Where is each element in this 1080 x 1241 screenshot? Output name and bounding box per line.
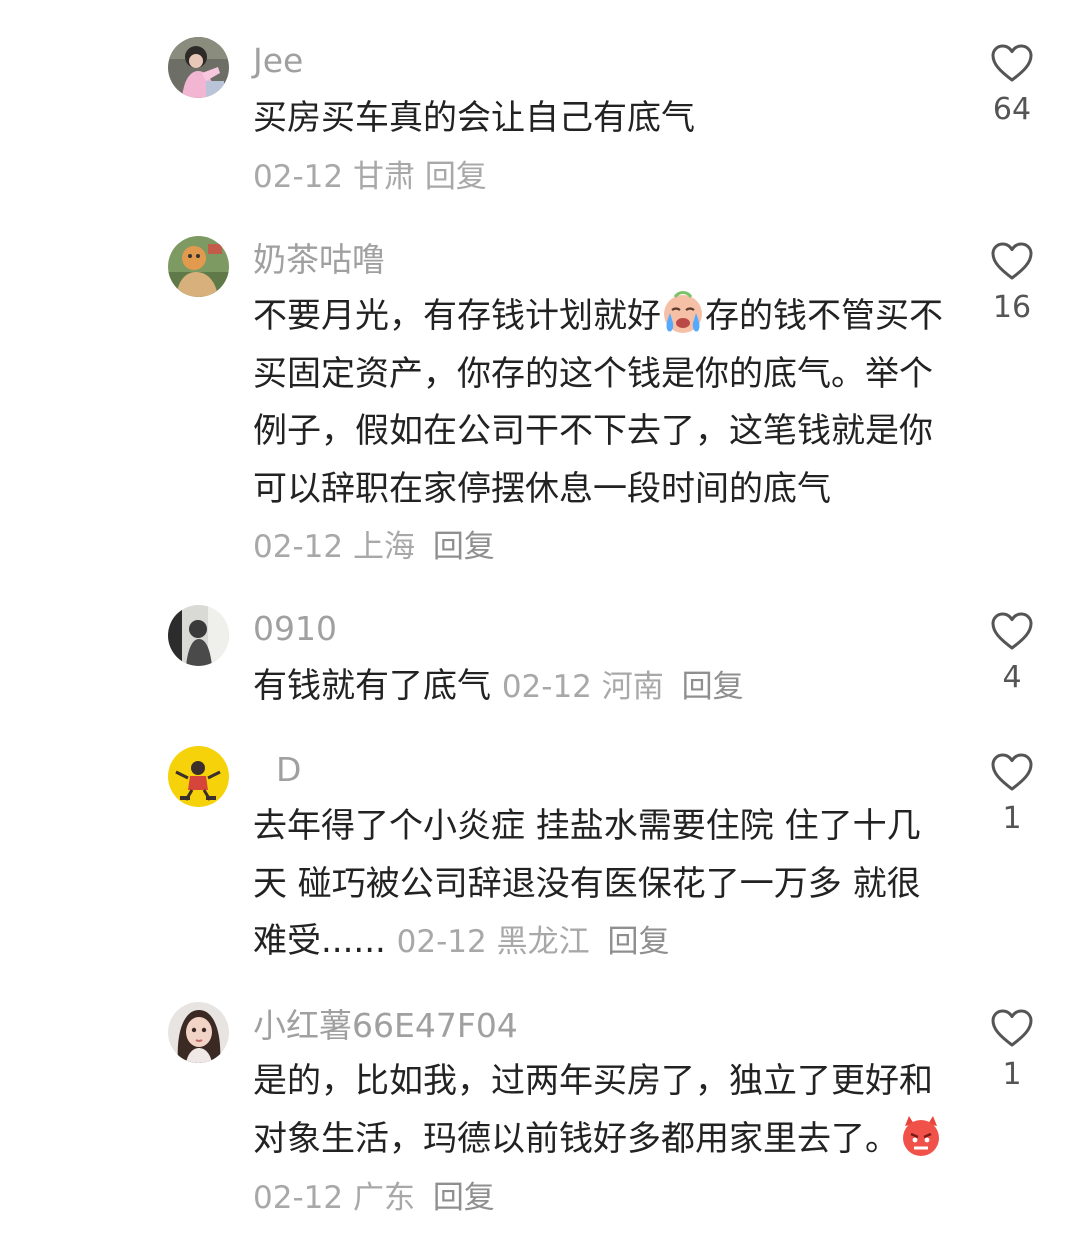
reply-button[interactable]: 回复 — [433, 1180, 495, 1216]
comment-meta: 02-12 上海 回复 — [253, 529, 495, 565]
avatar[interactable] — [168, 746, 229, 807]
username[interactable]: Jee — [253, 41, 303, 81]
comment-date: 02-12 — [396, 924, 487, 960]
comment-date: 02-12 — [253, 529, 344, 565]
reply-button[interactable]: 回复 — [433, 529, 495, 565]
comment-date: 02-12 — [253, 1180, 344, 1216]
comment-location: 广东 — [352, 1180, 415, 1216]
comment-text: 是的，比如我，过两年买房了，独立了更好和对象生活，玛德以前钱好多都用家里去了。 … — [253, 1053, 953, 1228]
comment-text-part: 不要月光，有存钱计划就好 — [253, 296, 661, 336]
comment-text-part: 是的，比如我，过两年买房了，独立了更好和对象生活，玛德以前钱好多都用家里去了。 — [253, 1061, 933, 1159]
comment-meta: 02-12 黑龙江 回复 — [397, 924, 670, 960]
crying-face-emoji — [664, 291, 702, 333]
comment-date: 02-12 — [501, 669, 592, 705]
like-button[interactable]: 64 — [984, 43, 1040, 127]
comment-location: 河南 — [601, 669, 664, 705]
reply-button[interactable]: 回复 — [682, 669, 744, 705]
heart-icon — [991, 612, 1033, 650]
heart-icon — [991, 1009, 1033, 1047]
heart-icon — [991, 44, 1033, 82]
username[interactable]: 小红薯66E47F04 — [253, 1006, 518, 1046]
like-button[interactable]: 4 — [984, 611, 1040, 695]
comment-text: 不要月光，有存钱计划就好 存的钱不管买不买固定资产，你存的这个钱是你的底气。举个… — [253, 288, 953, 577]
like-count: 16 — [992, 290, 1032, 325]
comment-meta: 02-12 河南 回复 — [502, 669, 744, 705]
avatar[interactable] — [168, 1002, 229, 1063]
avatar[interactable] — [168, 605, 229, 666]
comment-location: 甘肃 — [352, 159, 415, 195]
like-count: 64 — [992, 92, 1032, 127]
avatar-person-icon — [168, 605, 229, 666]
reply-button[interactable]: 回复 — [425, 159, 487, 195]
username[interactable]: 奶茶咕噜 — [253, 240, 385, 280]
avatar-girl-pink-icon — [168, 37, 229, 98]
username[interactable]: D — [276, 750, 301, 790]
avatar[interactable] — [168, 236, 229, 297]
comment-date: 02-12 — [253, 159, 344, 195]
like-count: 1 — [1002, 801, 1022, 836]
like-button[interactable]: 1 — [984, 1008, 1040, 1092]
avatar-girl-icon — [168, 1002, 229, 1063]
avatar-cartoon-icon — [168, 236, 229, 297]
avatar[interactable] — [168, 37, 229, 98]
comment-text: 买房买车真的会让自己有底气 — [253, 98, 695, 138]
comment-meta: 02-12 甘肃 回复 — [253, 157, 487, 197]
comment-meta: 02-12 广东 回复 — [253, 1180, 495, 1216]
comment-text: 有钱就有了底气 02-12 河南 回复 — [253, 658, 953, 717]
comment-text-part: 有钱就有了底气 — [253, 666, 491, 706]
comment-location: 上海 — [352, 529, 415, 565]
heart-icon — [991, 753, 1033, 791]
comment-text: 去年得了个小炎症 挂盐水需要住院 住了十几天 碰巧被公司辞退没有医保花了一万多 … — [253, 798, 953, 972]
heart-icon — [991, 242, 1033, 280]
avatar-yellow-cartoon-icon — [168, 746, 229, 807]
angry-devil-emoji — [903, 1115, 939, 1156]
reply-button[interactable]: 回复 — [607, 924, 669, 960]
like-button[interactable]: 1 — [984, 752, 1040, 836]
like-button[interactable]: 16 — [984, 241, 1040, 325]
comment-location: 黑龙江 — [496, 924, 590, 960]
like-count: 1 — [1002, 1057, 1022, 1092]
username[interactable]: 0910 — [253, 609, 337, 649]
like-count: 4 — [1002, 660, 1022, 695]
